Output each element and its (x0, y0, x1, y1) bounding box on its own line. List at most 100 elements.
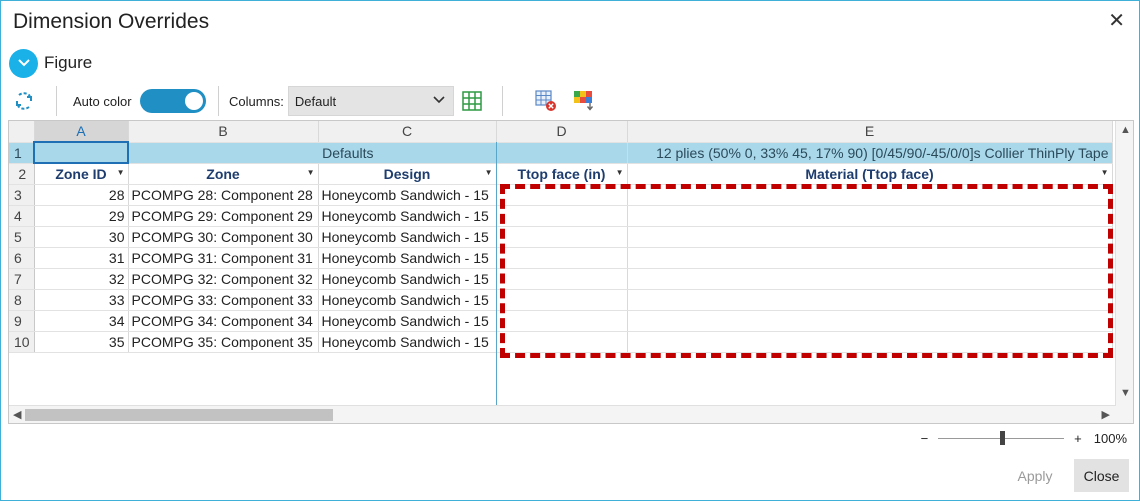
vertical-scrollbar[interactable]: ▲ ▼ (1115, 121, 1133, 423)
table-row: 8 33 PCOMPG 33: Component 33 Honeycomb S… (9, 289, 1113, 311)
defaults-row: 1 Defaults 12 plies (50% 0, 33% 45, 17% … (9, 141, 1113, 164)
zoom-out-button[interactable]: − (921, 431, 929, 446)
table-row: 5 30 PCOMPG 30: Component 30 Honeycomb S… (9, 226, 1113, 248)
clear-overrides-icon[interactable] (535, 84, 557, 118)
column-header-a[interactable]: A (34, 121, 129, 143)
ttop-face-cell[interactable] (496, 226, 628, 248)
header-design[interactable]: Design ▼ (318, 163, 497, 185)
row-header[interactable]: 9 (9, 310, 35, 332)
toolbar: Auto color Columns: Default (9, 84, 1129, 118)
frozen-pane-divider (496, 142, 497, 423)
material-cell[interactable] (627, 331, 1113, 353)
design-cell[interactable]: Honeycomb Sandwich - 15 (318, 310, 497, 332)
material-cell[interactable] (627, 310, 1113, 332)
scroll-up-icon[interactable]: ▲ (1120, 124, 1131, 136)
zone-id-cell[interactable]: 30 (34, 226, 129, 248)
column-header-d[interactable]: D (496, 121, 628, 143)
ttop-face-cell[interactable] (496, 205, 628, 227)
row-header[interactable]: 4 (9, 205, 35, 227)
row-header[interactable]: 1 (9, 142, 35, 164)
material-cell[interactable] (627, 205, 1113, 227)
zone-cell[interactable]: PCOMPG 34: Component 34 (128, 310, 319, 332)
defaults-label-cell[interactable]: Defaults (128, 142, 497, 164)
ttop-face-cell[interactable] (496, 331, 628, 353)
spreadsheet-table: A B C D E 1 Defaults 12 plies (50% 0, 33… (9, 121, 1113, 353)
zone-id-cell[interactable]: 34 (34, 310, 129, 332)
zone-cell[interactable]: PCOMPG 28: Component 28 (128, 184, 319, 206)
ttop-face-cell[interactable] (496, 268, 628, 290)
zone-cell[interactable]: PCOMPG 33: Component 33 (128, 289, 319, 311)
header-material[interactable]: Material (Ttop face) ▼ (627, 163, 1113, 185)
design-cell[interactable]: Honeycomb Sandwich - 15 (318, 289, 497, 311)
design-cell[interactable]: Honeycomb Sandwich - 15 (318, 268, 497, 290)
close-button[interactable]: Close (1074, 459, 1129, 492)
design-cell[interactable]: Honeycomb Sandwich - 15 (318, 226, 497, 248)
zone-cell[interactable]: PCOMPG 32: Component 32 (128, 268, 319, 290)
zone-id-cell[interactable]: 32 (34, 268, 129, 290)
header-label: Design (383, 165, 431, 182)
cell-a1[interactable] (33, 141, 129, 164)
zone-cell[interactable]: PCOMPG 31: Component 31 (128, 247, 319, 269)
close-icon[interactable]: ✕ (1108, 11, 1125, 31)
spreadsheet-grid[interactable]: A B C D E 1 Defaults 12 plies (50% 0, 33… (8, 120, 1134, 424)
row-header[interactable]: 2 (9, 163, 35, 185)
design-cell[interactable]: Honeycomb Sandwich - 15 (318, 247, 497, 269)
row-header[interactable]: 3 (9, 184, 35, 206)
row-header[interactable]: 5 (9, 226, 35, 248)
filter-dropdown-icon[interactable]: ▼ (117, 168, 125, 177)
material-cell[interactable] (627, 247, 1113, 269)
column-header-e[interactable]: E (627, 121, 1113, 143)
ttop-face-cell[interactable] (496, 184, 628, 206)
zoom-slider[interactable] (938, 430, 1065, 445)
zone-id-cell[interactable]: 28 (34, 184, 129, 206)
refresh-icon[interactable] (13, 84, 35, 118)
color-export-icon[interactable] (573, 84, 597, 118)
material-cell[interactable] (627, 184, 1113, 206)
design-cell[interactable]: Honeycomb Sandwich - 15 (318, 184, 497, 206)
row-header[interactable]: 6 (9, 247, 35, 269)
zone-cell[interactable]: PCOMPG 29: Component 29 (128, 205, 319, 227)
zone-id-cell[interactable]: 35 (34, 331, 129, 353)
horizontal-scrollbar[interactable]: ◀ ▶ (9, 405, 1116, 423)
design-cell[interactable]: Honeycomb Sandwich - 15 (318, 331, 497, 353)
column-layout-icon[interactable] (462, 84, 482, 118)
zone-id-cell[interactable]: 29 (34, 205, 129, 227)
zoom-in-button[interactable]: + (1074, 431, 1082, 446)
filter-dropdown-icon[interactable]: ▼ (616, 168, 624, 177)
column-header-b[interactable]: B (128, 121, 319, 143)
material-cell[interactable] (627, 226, 1113, 248)
row-header[interactable]: 7 (9, 268, 35, 290)
corner-cell[interactable] (9, 121, 35, 143)
ttop-face-cell[interactable] (496, 247, 628, 269)
filter-dropdown-icon[interactable]: ▼ (485, 168, 493, 177)
header-ttop-face[interactable]: Ttop face (in) ▼ (496, 163, 628, 185)
material-cell[interactable] (627, 268, 1113, 290)
horizontal-scroll-thumb[interactable] (25, 409, 333, 421)
defaults-material-cell[interactable]: 12 plies (50% 0, 33% 45, 17% 90) [0/45/9… (627, 142, 1113, 164)
scroll-right-icon[interactable]: ▶ (1102, 408, 1110, 421)
filter-dropdown-icon[interactable]: ▼ (1101, 168, 1109, 177)
chevron-down-icon[interactable] (9, 48, 38, 78)
auto-color-toggle[interactable] (139, 89, 206, 113)
header-zone-id[interactable]: Zone ID ▼ (34, 163, 129, 185)
scroll-down-icon[interactable]: ▼ (1120, 387, 1131, 399)
zoom-slider-thumb[interactable] (1000, 430, 1006, 445)
column-header-c[interactable]: C (318, 121, 497, 143)
zone-id-cell[interactable]: 33 (34, 289, 129, 311)
row-header[interactable]: 10 (9, 331, 35, 353)
apply-button[interactable]: Apply (1005, 459, 1065, 492)
header-zone[interactable]: Zone ▼ (128, 163, 319, 185)
zone-cell[interactable]: PCOMPG 30: Component 30 (128, 226, 319, 248)
filter-dropdown-icon[interactable]: ▼ (307, 168, 315, 177)
zone-id-cell[interactable]: 31 (34, 247, 129, 269)
ttop-face-cell[interactable] (496, 289, 628, 311)
cell-d1[interactable] (496, 142, 628, 164)
figure-section-toggle[interactable]: Figure (9, 48, 92, 78)
ttop-face-cell[interactable] (496, 310, 628, 332)
scroll-left-icon[interactable]: ◀ (13, 408, 21, 421)
zone-cell[interactable]: PCOMPG 35: Component 35 (128, 331, 319, 353)
row-header[interactable]: 8 (9, 289, 35, 311)
material-cell[interactable] (627, 289, 1113, 311)
design-cell[interactable]: Honeycomb Sandwich - 15 (318, 205, 497, 227)
columns-select[interactable]: Default (287, 86, 454, 116)
